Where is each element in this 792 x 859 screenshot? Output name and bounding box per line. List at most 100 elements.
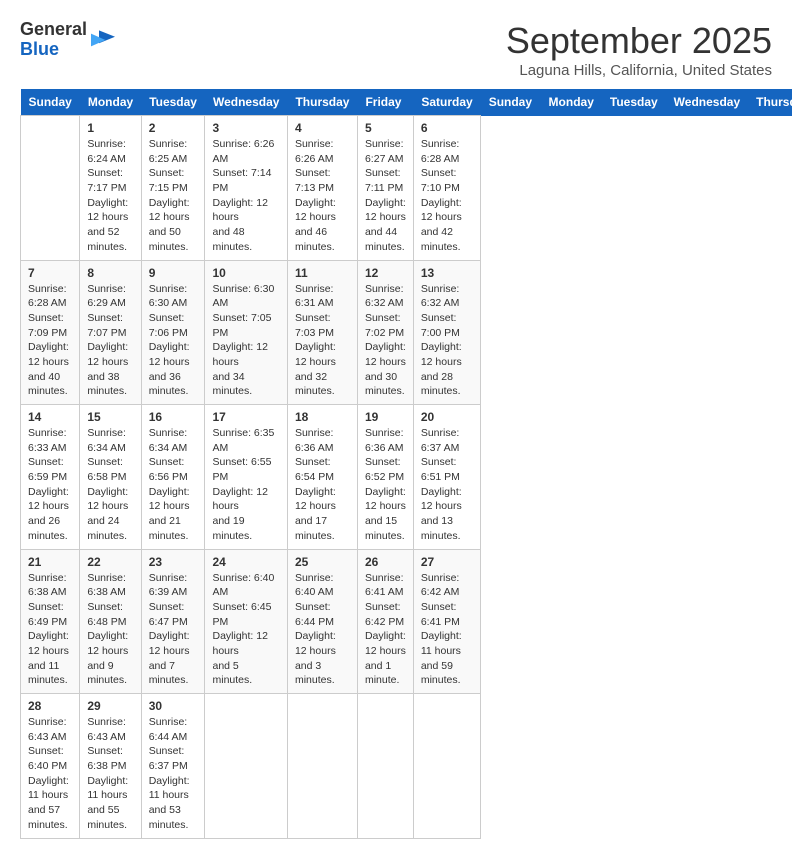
day-number: 23 — [149, 555, 198, 569]
day-number: 16 — [149, 410, 198, 424]
calendar-cell: 17 Sunrise: 6:35 AM Sunset: 6:55 PM Dayli… — [205, 405, 287, 550]
day-number: 27 — [421, 555, 473, 569]
day-info: Sunrise: 6:44 AM Sunset: 6:37 PM Dayligh… — [149, 715, 198, 833]
day-info: Sunrise: 6:33 AM Sunset: 6:59 PM Dayligh… — [28, 426, 72, 544]
day-info: Sunrise: 6:40 AM Sunset: 6:45 PM Dayligh… — [212, 571, 279, 689]
day-number: 6 — [421, 121, 473, 135]
day-number: 25 — [295, 555, 350, 569]
day-info: Sunrise: 6:26 AM Sunset: 7:13 PM Dayligh… — [295, 137, 350, 255]
calendar-cell: 29 Sunrise: 6:43 AM Sunset: 6:38 PM Dayli… — [80, 694, 141, 839]
month-title: September 2025 — [506, 20, 772, 62]
day-info: Sunrise: 6:28 AM Sunset: 7:09 PM Dayligh… — [28, 282, 72, 400]
day-number: 22 — [87, 555, 133, 569]
calendar-cell: 10Sunrise: 6:30 AM Sunset: 7:05 PM Dayli… — [205, 260, 287, 405]
calendar-week-1: 1Sunrise: 6:24 AM Sunset: 7:17 PM Daylig… — [21, 116, 792, 261]
day-info: Sunrise: 6:38 AM Sunset: 6:48 PM Dayligh… — [87, 571, 133, 689]
calendar-week-2: 7Sunrise: 6:28 AM Sunset: 7:09 PM Daylig… — [21, 260, 792, 405]
day-number: 2 — [149, 121, 198, 135]
day-number: 20 — [421, 410, 473, 424]
day-number: 14 — [28, 410, 72, 424]
location: Laguna Hills, California, United States — [506, 62, 772, 79]
calendar-cell — [357, 694, 413, 839]
day-header-wednesday: Wednesday — [666, 89, 748, 116]
calendar-cell: 28Sunrise: 6:43 AM Sunset: 6:40 PM Dayli… — [21, 694, 80, 839]
calendar-cell: 30 Sunrise: 6:44 AM Sunset: 6:37 PM Dayli… — [141, 694, 205, 839]
calendar-cell — [287, 694, 357, 839]
day-number: 8 — [87, 266, 133, 280]
day-number: 24 — [212, 555, 279, 569]
logo-icon — [91, 28, 115, 52]
day-number: 19 — [365, 410, 406, 424]
day-number: 30 — [149, 699, 198, 713]
calendar-cell: 24 Sunrise: 6:40 AM Sunset: 6:45 PM Dayli… — [205, 549, 287, 694]
day-number: 17 — [212, 410, 279, 424]
calendar-cell: 1Sunrise: 6:24 AM Sunset: 7:17 PM Daylig… — [80, 116, 141, 261]
calendar-cell: 25 Sunrise: 6:40 AM Sunset: 6:44 PM Dayli… — [287, 549, 357, 694]
title-block: September 2025 Laguna Hills, California,… — [506, 20, 772, 79]
calendar-cell: 21Sunrise: 6:38 AM Sunset: 6:49 PM Dayli… — [21, 549, 80, 694]
day-header-sunday: Sunday — [481, 89, 541, 116]
logo: General Blue — [20, 20, 115, 60]
calendar-cell: 12 Sunrise: 6:32 AM Sunset: 7:02 PM Dayli… — [357, 260, 413, 405]
calendar-cell: 5 Sunrise: 6:27 AM Sunset: 7:11 PM Daylig… — [357, 116, 413, 261]
day-number: 11 — [295, 266, 350, 280]
calendar-cell: 4 Sunrise: 6:26 AM Sunset: 7:13 PM Daylig… — [287, 116, 357, 261]
day-info: Sunrise: 6:41 AM Sunset: 6:42 PM Dayligh… — [365, 571, 406, 689]
day-info: Sunrise: 6:37 AM Sunset: 6:51 PM Dayligh… — [421, 426, 473, 544]
day-header-saturday: Saturday — [413, 89, 480, 116]
calendar-cell: 14 Sunrise: 6:33 AM Sunset: 6:59 PM Dayli… — [21, 405, 80, 550]
calendar-cell: 7Sunrise: 6:28 AM Sunset: 7:09 PM Daylig… — [21, 260, 80, 405]
calendar-cell: 11 Sunrise: 6:31 AM Sunset: 7:03 PM Dayli… — [287, 260, 357, 405]
day-header-monday: Monday — [541, 89, 602, 116]
day-info: Sunrise: 6:42 AM Sunset: 6:41 PM Dayligh… — [421, 571, 473, 689]
day-info: Sunrise: 6:32 AM Sunset: 7:00 PM Dayligh… — [421, 282, 473, 400]
calendar-cell — [205, 694, 287, 839]
day-number: 26 — [365, 555, 406, 569]
calendar-week-5: 28Sunrise: 6:43 AM Sunset: 6:40 PM Dayli… — [21, 694, 792, 839]
calendar-cell: 20 Sunrise: 6:37 AM Sunset: 6:51 PM Dayli… — [413, 405, 480, 550]
day-number: 13 — [421, 266, 473, 280]
day-number: 18 — [295, 410, 350, 424]
day-info: Sunrise: 6:30 AM Sunset: 7:06 PM Dayligh… — [149, 282, 198, 400]
day-info: Sunrise: 6:36 AM Sunset: 6:52 PM Dayligh… — [365, 426, 406, 544]
day-number: 4 — [295, 121, 350, 135]
day-number: 10 — [212, 266, 279, 280]
page-header: General Blue September 2025 Laguna Hills… — [20, 20, 772, 79]
calendar-cell: 18Sunrise: 6:36 AM Sunset: 6:54 PM Dayli… — [287, 405, 357, 550]
day-info: Sunrise: 6:34 AM Sunset: 6:58 PM Dayligh… — [87, 426, 133, 544]
calendar-cell: 3 Sunrise: 6:26 AM Sunset: 7:14 PM Daylig… — [205, 116, 287, 261]
day-info: Sunrise: 6:28 AM Sunset: 7:10 PM Dayligh… — [421, 137, 473, 255]
calendar-week-3: 14 Sunrise: 6:33 AM Sunset: 6:59 PM Dayli… — [21, 405, 792, 550]
day-info: Sunrise: 6:35 AM Sunset: 6:55 PM Dayligh… — [212, 426, 279, 544]
day-number: 3 — [212, 121, 279, 135]
day-info: Sunrise: 6:29 AM Sunset: 7:07 PM Dayligh… — [87, 282, 133, 400]
day-header-wednesday: Wednesday — [205, 89, 287, 116]
calendar-cell: 16Sunrise: 6:34 AM Sunset: 6:56 PM Dayli… — [141, 405, 205, 550]
day-header-friday: Friday — [357, 89, 413, 116]
day-header-tuesday: Tuesday — [602, 89, 666, 116]
day-info: Sunrise: 6:31 AM Sunset: 7:03 PM Dayligh… — [295, 282, 350, 400]
calendar-cell: 9Sunrise: 6:30 AM Sunset: 7:06 PM Daylig… — [141, 260, 205, 405]
day-info: Sunrise: 6:26 AM Sunset: 7:14 PM Dayligh… — [212, 137, 279, 255]
day-info: Sunrise: 6:43 AM Sunset: 6:38 PM Dayligh… — [87, 715, 133, 833]
calendar-table: SundayMondayTuesdayWednesdayThursdayFrid… — [20, 89, 792, 839]
day-number: 5 — [365, 121, 406, 135]
day-number: 1 — [87, 121, 133, 135]
calendar-week-4: 21Sunrise: 6:38 AM Sunset: 6:49 PM Dayli… — [21, 549, 792, 694]
calendar-cell: 23Sunrise: 6:39 AM Sunset: 6:47 PM Dayli… — [141, 549, 205, 694]
day-number: 28 — [28, 699, 72, 713]
day-number: 29 — [87, 699, 133, 713]
day-header-thursday: Thursday — [287, 89, 357, 116]
day-header-monday: Monday — [80, 89, 141, 116]
day-info: Sunrise: 6:27 AM Sunset: 7:11 PM Dayligh… — [365, 137, 406, 255]
calendar-cell: 26 Sunrise: 6:41 AM Sunset: 6:42 PM Dayli… — [357, 549, 413, 694]
calendar-cell — [21, 116, 80, 261]
day-number: 12 — [365, 266, 406, 280]
calendar-cell: 6 Sunrise: 6:28 AM Sunset: 7:10 PM Daylig… — [413, 116, 480, 261]
logo-blue: Blue — [20, 39, 59, 59]
calendar-cell: 22 Sunrise: 6:38 AM Sunset: 6:48 PM Dayli… — [80, 549, 141, 694]
calendar-cell: 15Sunrise: 6:34 AM Sunset: 6:58 PM Dayli… — [80, 405, 141, 550]
day-header-sunday: Sunday — [21, 89, 80, 116]
day-info: Sunrise: 6:32 AM Sunset: 7:02 PM Dayligh… — [365, 282, 406, 400]
day-info: Sunrise: 6:40 AM Sunset: 6:44 PM Dayligh… — [295, 571, 350, 689]
